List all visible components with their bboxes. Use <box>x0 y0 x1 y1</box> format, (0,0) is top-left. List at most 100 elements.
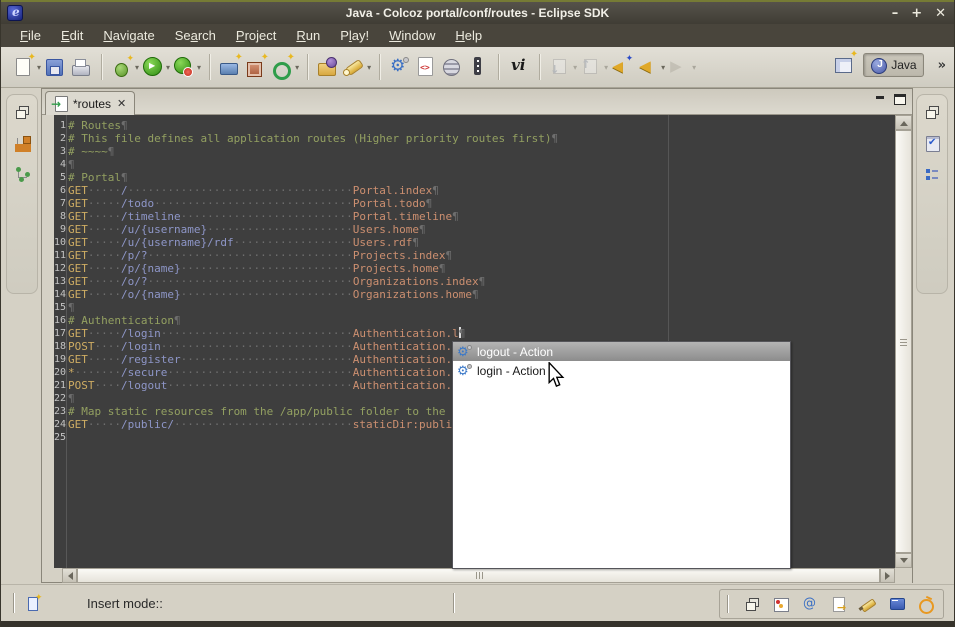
code-line[interactable]: # ~~~~¶ <box>68 145 895 158</box>
run-dropdown-chevron[interactable]: ▾ <box>166 63 170 72</box>
code-line[interactable]: GET·····/·······························… <box>68 184 895 197</box>
toolbar-save-button[interactable] <box>42 53 68 81</box>
code-line[interactable]: # This file defines all application rout… <box>68 132 895 145</box>
tasks-view-button[interactable] <box>922 132 942 154</box>
code-line[interactable]: GET·····/p/?····························… <box>68 249 895 262</box>
code-token: ····· <box>88 262 121 275</box>
debug-dropdown-chevron[interactable]: ▾ <box>135 63 139 72</box>
open-perspective-button[interactable] <box>831 51 857 79</box>
tray-problems-button[interactable] <box>771 593 791 615</box>
toolbar-new-java-project-button[interactable] <box>217 53 243 81</box>
menu-file[interactable]: File <box>11 26 50 45</box>
proposal-login[interactable]: login - Action <box>453 361 790 380</box>
code-line[interactable]: GET·····/u/{username}···················… <box>68 223 895 236</box>
menu-navigate[interactable]: Navigate <box>94 26 163 45</box>
run-external-tools-dropdown-chevron[interactable]: ▾ <box>197 63 201 72</box>
outline-view-button[interactable] <box>922 163 942 185</box>
horizontal-scrollbar[interactable] <box>42 568 912 583</box>
toolbar-vrapper-vi-toggle-button[interactable] <box>506 53 532 81</box>
statusbar-grip[interactable] <box>13 593 15 613</box>
code-line[interactable]: GET·····/p/{name}·······················… <box>68 262 895 275</box>
code-token: GET <box>68 275 88 288</box>
vertical-scrollbar[interactable] <box>895 115 912 568</box>
scroll-left-arrow[interactable] <box>62 568 77 583</box>
back-dropdown-chevron[interactable]: ▾ <box>661 63 665 72</box>
toolbar-search-button[interactable]: ▾ <box>341 53 372 81</box>
menu-search[interactable]: Search <box>166 26 225 45</box>
menu-project[interactable]: Project <box>227 26 285 45</box>
toolbar-code-file-button[interactable] <box>413 53 439 81</box>
tray-grip[interactable] <box>727 595 729 613</box>
editor-minimize-button[interactable] <box>876 95 886 105</box>
restore-views-button[interactable] <box>922 101 942 123</box>
tab-close-icon[interactable]: ✕ <box>117 97 126 110</box>
minimize-button[interactable]: – <box>892 6 899 21</box>
tray-export-file-button[interactable] <box>829 593 849 615</box>
tray-console-button[interactable] <box>887 593 907 615</box>
scroll-right-arrow[interactable] <box>880 568 895 583</box>
close-button[interactable]: ✕ <box>935 6 946 21</box>
toolbar-run-external-tools-button[interactable]: ▾ <box>171 53 202 81</box>
tray-build-button[interactable] <box>858 593 878 615</box>
toolbar-column-marker-button[interactable] <box>465 53 491 81</box>
code-line[interactable]: GET·····/todo···························… <box>68 197 895 210</box>
tray-mail-button[interactable] <box>800 593 820 615</box>
tray-restore-views-button[interactable] <box>742 593 762 615</box>
code-line[interactable]: GET·····/login··························… <box>68 327 895 340</box>
toolbar-print-button[interactable] <box>68 53 94 81</box>
code-token: /o/{name} <box>121 288 181 301</box>
toolbar-back-button[interactable]: ▾ <box>635 53 666 81</box>
new-java-class-dropdown-chevron[interactable]: ▾ <box>295 63 299 72</box>
toolbar-server-button[interactable] <box>439 53 465 81</box>
scroll-down-arrow[interactable] <box>895 553 912 568</box>
menu-help[interactable]: Help <box>446 26 491 45</box>
toolbar-open-type-button[interactable] <box>315 53 341 81</box>
package-explorer-button[interactable] <box>12 132 32 154</box>
toolbar-run-button[interactable]: ▾ <box>140 53 171 81</box>
menu-window[interactable]: Window <box>380 26 444 45</box>
code-line[interactable]: ¶ <box>68 301 895 314</box>
tab-routes[interactable]: *routes ✕ <box>45 91 135 115</box>
toolbar-last-edit-location-button[interactable] <box>609 53 635 81</box>
editor-maximize-button[interactable] <box>894 94 906 105</box>
code-line[interactable]: GET·····/o/?····························… <box>68 275 895 288</box>
vertical-scrollbar-thumb[interactable] <box>895 130 912 553</box>
code-token: Organizations.index <box>353 275 479 288</box>
pilcrow-mark: ¶ <box>459 327 466 340</box>
code-line[interactable]: GET·····/u/{username}/rdf···············… <box>68 236 895 249</box>
left-fastview-bar <box>6 94 38 294</box>
search-icon <box>342 55 366 79</box>
restore-views-button[interactable] <box>12 101 32 123</box>
code-line[interactable]: # Routes¶ <box>68 119 895 132</box>
search-dropdown-chevron[interactable]: ▾ <box>367 63 371 72</box>
code-line[interactable]: GET·····/o/{name}·······················… <box>68 288 895 301</box>
restore-views-icon <box>923 103 941 121</box>
tray-progress-button[interactable] <box>916 593 936 615</box>
horizontal-scrollbar-thumb[interactable] <box>77 568 880 583</box>
proposal-logout[interactable]: logout - Action <box>453 342 790 361</box>
back-icon <box>636 55 660 79</box>
titlebar[interactable]: Java - Colcoz portal/conf/routes - Eclip… <box>1 2 954 24</box>
code-line[interactable]: GET·····/timeline·······················… <box>68 210 895 223</box>
code-line[interactable]: # Portal¶ <box>68 171 895 184</box>
toolbar-annotations-gear-button[interactable] <box>387 53 413 81</box>
maximize-button[interactable]: + <box>911 6 922 21</box>
status-bar: Insert mode:: <box>1 584 954 621</box>
code-token: ······· <box>75 366 121 379</box>
code-line[interactable]: # Authentication¶ <box>68 314 895 327</box>
code-token: Projects.home <box>353 262 439 275</box>
scroll-up-arrow[interactable] <box>895 115 912 130</box>
menu-run[interactable]: Run <box>287 26 329 45</box>
menu-edit[interactable]: Edit <box>52 26 92 45</box>
type-hierarchy-button[interactable] <box>12 163 32 185</box>
toolbar-new-java-class-button[interactable]: ▾ <box>269 53 300 81</box>
toolbar-new-java-package-button[interactable] <box>243 53 269 81</box>
toolbar-debug-button[interactable]: ▾ <box>109 53 140 81</box>
code-line[interactable]: ¶ <box>68 158 895 171</box>
new-wizard-dropdown-chevron[interactable]: ▾ <box>37 63 41 72</box>
toolbar-new-wizard-button[interactable]: ▾ <box>11 53 42 81</box>
menu-play[interactable]: Play! <box>331 26 378 45</box>
previous-annotation-icon <box>579 55 603 79</box>
toolbar-overflow-chevron[interactable]: » <box>938 58 946 73</box>
java-perspective-button[interactable]: Java <box>863 53 923 77</box>
